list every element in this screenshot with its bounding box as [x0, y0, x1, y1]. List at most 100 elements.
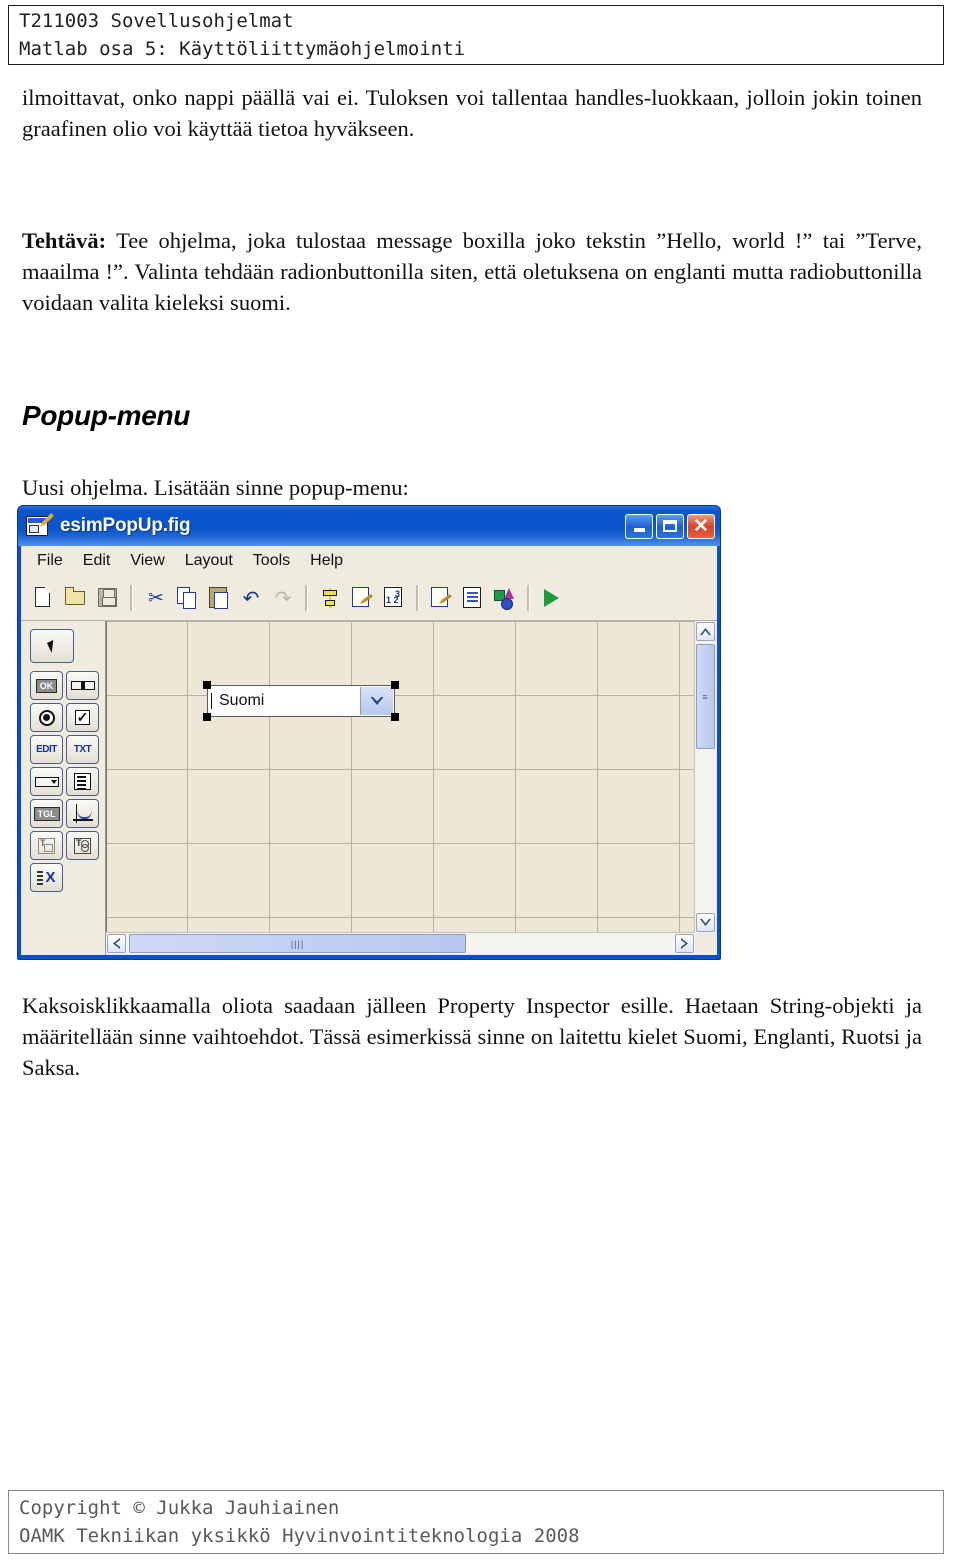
- paragraph-intro: ilmoittavat, onko nappi päällä vai ei. T…: [22, 85, 922, 141]
- popup-menu-value: Suomi: [211, 693, 264, 709]
- scroll-right-button[interactable]: [675, 934, 694, 953]
- minimize-icon: [633, 528, 645, 532]
- window-titlebar[interactable]: esimPopUp.fig ✕: [18, 506, 720, 546]
- menu-tools[interactable]: Tools: [243, 550, 300, 572]
- chevron-down-icon: [700, 919, 711, 926]
- window-buttons: ✕: [625, 513, 720, 539]
- popup-menu-control[interactable]: Suomi: [203, 681, 399, 721]
- property-inspector-button[interactable]: [458, 583, 488, 613]
- static-text-icon: TXT: [73, 744, 92, 755]
- toolbar-separator: [305, 585, 308, 611]
- component-palette: OK ✓ EDIT TXT TGL T T X: [21, 621, 106, 955]
- popup-menu-tool-button[interactable]: [30, 767, 63, 796]
- undo-icon: ↶: [242, 586, 260, 610]
- button-group-tool-button[interactable]: T: [66, 831, 99, 860]
- edit-text-tool-button[interactable]: EDIT: [30, 735, 63, 764]
- footer-organization: OAMK Tekniikan yksikkö Hyvinvointiteknol…: [19, 1525, 580, 1547]
- page-header-box: T211003 Sovellusohjelmat Matlab osa 5: K…: [8, 5, 944, 65]
- activex-icon: X: [37, 869, 56, 886]
- selection-handle-bottom-left[interactable]: [203, 713, 211, 721]
- maximize-button[interactable]: [656, 513, 684, 539]
- axes-tool-button[interactable]: [66, 799, 99, 828]
- copy-button[interactable]: [172, 583, 202, 613]
- new-file-icon: [35, 586, 51, 607]
- paste-icon: [209, 587, 228, 609]
- align-objects-button[interactable]: [315, 583, 345, 613]
- panel-icon: T: [38, 837, 55, 854]
- scroll-up-button[interactable]: [696, 622, 715, 641]
- edit-text-icon: EDIT: [36, 744, 57, 755]
- static-text-tool-button[interactable]: TXT: [66, 735, 99, 764]
- chevron-left-icon: [113, 938, 120, 949]
- minimize-button[interactable]: [625, 513, 653, 539]
- cut-button[interactable]: ✂: [140, 583, 170, 613]
- check-box-tool-button[interactable]: ✓: [66, 703, 99, 732]
- chevron-right-icon: [681, 938, 688, 949]
- radio-button-tool-button[interactable]: [30, 703, 63, 732]
- toggle-button-icon: TGL: [33, 806, 60, 821]
- object-browser-button[interactable]: [490, 583, 520, 613]
- push-button-tool-button[interactable]: OK: [30, 671, 63, 700]
- design-canvas[interactable]: Suomi: [106, 621, 695, 933]
- activex-tool-button[interactable]: X: [30, 863, 63, 892]
- run-figure-button[interactable]: [537, 583, 567, 613]
- toggle-button-tool-button[interactable]: TGL: [30, 799, 63, 828]
- close-button[interactable]: ✕: [687, 513, 715, 539]
- vertical-scroll-thumb[interactable]: ≡: [696, 644, 715, 749]
- menu-help[interactable]: Help: [300, 550, 353, 572]
- selection-handle-top-right[interactable]: [391, 681, 399, 689]
- check-box-icon: ✓: [75, 709, 90, 725]
- align-objects-icon: [321, 588, 339, 608]
- copy-icon: [177, 587, 196, 609]
- run-figure-icon: [544, 589, 559, 607]
- undo-button[interactable]: ↶: [236, 583, 266, 613]
- open-file-icon: [64, 587, 85, 605]
- cut-icon: ✂: [148, 587, 164, 609]
- popup-menu-box[interactable]: Suomi: [207, 685, 395, 717]
- close-icon: ✕: [693, 515, 709, 537]
- menu-view[interactable]: View: [120, 550, 174, 572]
- popup-menu-icon: [34, 776, 59, 787]
- listbox-tool-button[interactable]: [66, 767, 99, 796]
- header-course-title: T211003 Sovellusohjelmat: [19, 10, 294, 32]
- selection-handle-top-left[interactable]: [203, 681, 211, 689]
- menu-layout[interactable]: Layout: [175, 550, 243, 572]
- paragraph-lead: Uusi ohjelma. Lisätään sinne popup-menu:: [22, 475, 409, 500]
- paste-button[interactable]: [204, 583, 234, 613]
- toolbar-separator: [527, 585, 530, 611]
- menu-edit[interactable]: Edit: [73, 550, 121, 572]
- radio-button-icon: [38, 709, 55, 726]
- guide-window: esimPopUp.fig ✕ File Edit View Layout To…: [17, 505, 721, 960]
- redo-button[interactable]: ↷: [268, 583, 298, 613]
- redo-icon: ↷: [274, 586, 292, 610]
- property-inspector-icon: [463, 587, 481, 608]
- m-file-editor-button[interactable]: [426, 583, 456, 613]
- select-tool-button[interactable]: [30, 629, 74, 663]
- object-browser-icon: [494, 588, 516, 610]
- guide-figure-icon: [26, 513, 54, 538]
- page-footer-box: Copyright © Jukka Jauhiainen OAMK Teknii…: [8, 1490, 944, 1554]
- footer-copyright: Copyright © Jukka Jauhiainen: [19, 1497, 340, 1519]
- new-file-button[interactable]: [29, 583, 59, 613]
- scroll-left-button[interactable]: [107, 934, 126, 953]
- section-heading-popup-menu: Popup-menu: [22, 400, 191, 431]
- open-file-button[interactable]: [61, 583, 91, 613]
- horizontal-scroll-thumb[interactable]: ||||: [129, 934, 466, 953]
- menu-editor-icon: [352, 587, 369, 607]
- chevron-down-icon: [370, 697, 384, 705]
- slider-tool-button[interactable]: [66, 671, 99, 700]
- popup-menu-arrow-button[interactable]: [360, 687, 393, 715]
- menu-file[interactable]: File: [27, 550, 73, 572]
- selection-handle-bottom-right[interactable]: [391, 713, 399, 721]
- canvas-vertical-scrollbar[interactable]: ≡: [694, 621, 716, 933]
- tab-order-editor-button[interactable]: 31 2: [379, 583, 409, 613]
- m-file-editor-icon: [431, 587, 448, 607]
- save-file-button[interactable]: [93, 583, 123, 613]
- menu-editor-button[interactable]: [347, 583, 377, 613]
- axes-icon: [72, 804, 93, 823]
- panel-tool-button[interactable]: T: [30, 831, 63, 860]
- window-title: esimPopUp.fig: [60, 515, 191, 536]
- scroll-down-button[interactable]: [696, 913, 715, 932]
- button-group-icon: T: [74, 837, 91, 854]
- canvas-horizontal-scrollbar[interactable]: ||||: [106, 932, 695, 954]
